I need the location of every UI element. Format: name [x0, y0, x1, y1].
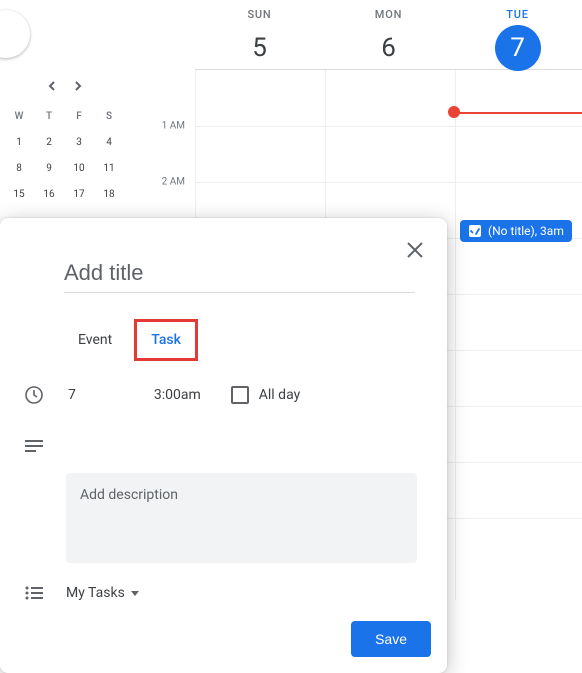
description-input[interactable]: Add description — [66, 473, 417, 563]
day-abbr: SUN — [195, 8, 324, 21]
close-button[interactable] — [397, 232, 433, 268]
quick-add-dialog: Event Task 7 3:00am All day Add descript… — [0, 218, 447, 673]
hour-line — [195, 182, 582, 183]
all-day-label: All day — [259, 387, 300, 403]
day-number[interactable]: 5 — [237, 25, 283, 71]
tab-task[interactable]: Task — [147, 326, 185, 354]
hour-label: 1 AM — [130, 121, 185, 132]
description-row — [16, 425, 431, 453]
mini-day[interactable]: 10 — [64, 155, 94, 181]
day-column-tue[interactable]: TUE 7 — [453, 0, 582, 69]
task-chip[interactable]: (No title), 3am — [460, 220, 572, 242]
tasklist-dropdown[interactable]: My Tasks — [66, 585, 139, 601]
tab-task-highlight: Task — [134, 319, 198, 361]
description-icon — [16, 425, 52, 453]
mini-day[interactable]: 1 — [4, 129, 34, 155]
mini-day[interactable]: 15 — [4, 181, 34, 207]
tasklist-row: My Tasks — [16, 585, 431, 601]
save-button[interactable]: Save — [351, 621, 431, 657]
mini-calendar-dow-row: W T F S — [4, 103, 126, 129]
type-tabs: Event Task — [74, 319, 431, 361]
mini-calendar-row: 15 16 17 18 — [4, 181, 126, 207]
now-indicator-dot — [448, 106, 460, 118]
day-abbr: MON — [324, 8, 453, 21]
description-placeholder: Add description — [80, 487, 178, 503]
grid-vline — [455, 70, 456, 600]
all-day-checkbox[interactable] — [231, 386, 249, 404]
mini-calendar-row: 8 9 10 11 — [4, 155, 126, 181]
mini-day[interactable]: 9 — [34, 155, 64, 181]
day-column-mon[interactable]: MON 6 — [324, 0, 453, 69]
mini-day[interactable]: 16 — [34, 181, 64, 207]
mini-day[interactable]: 17 — [64, 181, 94, 207]
hour-label: 2 AM — [130, 177, 185, 188]
chevron-down-icon — [131, 591, 139, 596]
mini-dow: T — [34, 103, 64, 129]
mini-calendar-row: 1 2 3 4 — [4, 129, 126, 155]
mini-dow: F — [64, 103, 94, 129]
check-icon — [468, 224, 482, 238]
mini-calendar: W T F S 1 2 3 4 8 9 10 11 15 16 17 18 — [0, 75, 130, 211]
mini-day[interactable]: 4 — [94, 129, 124, 155]
tab-event[interactable]: Event — [74, 326, 116, 354]
close-icon — [406, 241, 424, 259]
list-icon — [16, 586, 52, 600]
mini-day[interactable]: 18 — [94, 181, 124, 207]
day-abbr: TUE — [453, 8, 582, 21]
datetime-row: 7 3:00am All day — [16, 383, 431, 407]
clock-icon — [16, 385, 52, 405]
task-chip-label: (No title), 3am — [488, 224, 564, 238]
time-field[interactable]: 3:00am — [152, 383, 203, 407]
week-day-header: SUN 5 MON 6 TUE 7 — [195, 0, 582, 70]
tasklist-label: My Tasks — [66, 585, 125, 601]
title-input[interactable] — [64, 254, 415, 293]
day-column-sun[interactable]: SUN 5 — [195, 0, 324, 69]
hour-line — [195, 126, 582, 127]
mini-calendar-nav — [4, 79, 126, 95]
mini-dow: W — [4, 103, 34, 129]
mini-day[interactable]: 11 — [94, 155, 124, 181]
all-day-toggle[interactable]: All day — [231, 386, 300, 404]
day-number[interactable]: 6 — [366, 25, 412, 71]
now-indicator-line — [450, 112, 582, 114]
mini-day[interactable]: 8 — [4, 155, 34, 181]
next-month-icon[interactable] — [73, 79, 83, 95]
day-number[interactable]: 7 — [495, 25, 541, 71]
mini-day[interactable]: 2 — [34, 129, 64, 155]
prev-month-icon[interactable] — [47, 79, 57, 95]
date-field[interactable]: 7 — [66, 383, 78, 407]
mini-day[interactable]: 3 — [64, 129, 94, 155]
mini-dow: S — [94, 103, 124, 129]
create-fab[interactable] — [0, 10, 30, 58]
